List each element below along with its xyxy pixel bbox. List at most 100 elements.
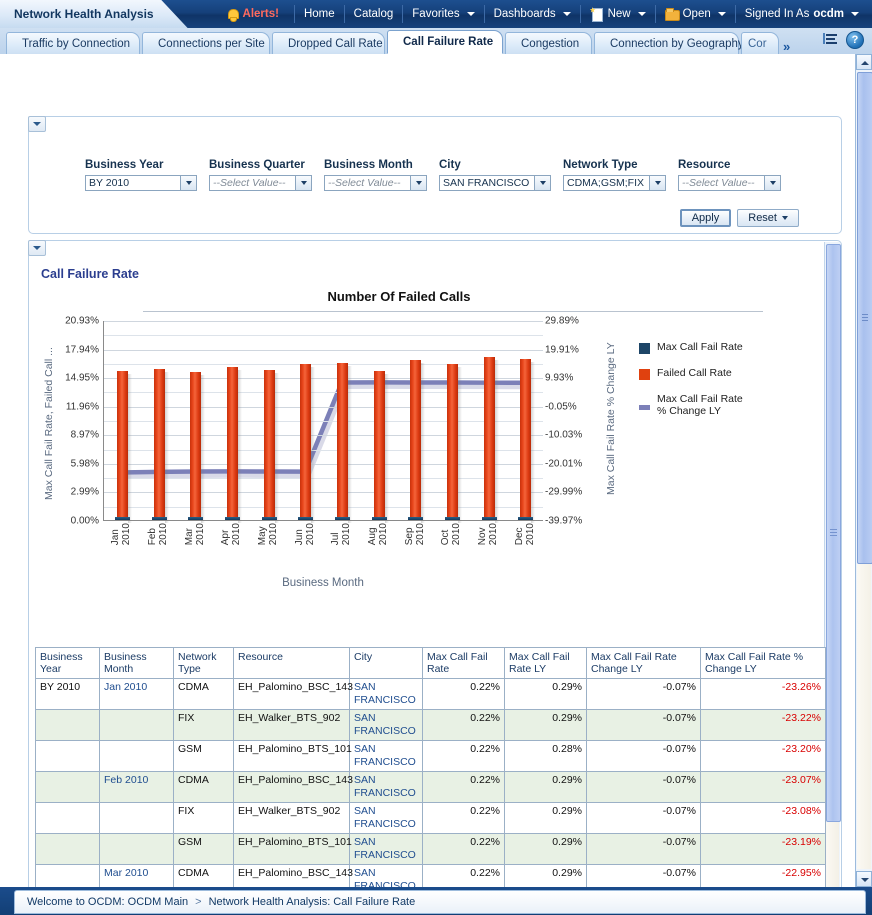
chevron-down-icon[interactable]: [180, 176, 196, 190]
cell-city[interactable]: SAN FRANCISCO: [350, 710, 423, 741]
chart-marker-bar[interactable]: [225, 517, 240, 520]
cell-city[interactable]: SAN FRANCISCO: [350, 772, 423, 803]
nav-favorites[interactable]: Favorites: [403, 5, 484, 23]
resource-select[interactable]: --Select Value--: [678, 175, 781, 191]
col-max-call-fail-rate-pct-change-ly[interactable]: Max Call Fail Rate % Change LY: [701, 648, 826, 679]
cell-city[interactable]: SAN FRANCISCO: [350, 834, 423, 865]
chart-bar[interactable]: [227, 367, 238, 520]
tab-dropped-call-rate[interactable]: Dropped Call Rate: [272, 32, 385, 54]
chart-bar[interactable]: [484, 357, 495, 520]
table-row[interactable]: FIXEH_Walker_BTS_902SAN FRANCISCO0.22%0.…: [36, 803, 826, 834]
tab-connection-by-geography[interactable]: Connection by Geography: [594, 32, 739, 54]
tab-congestion[interactable]: Congestion: [505, 32, 592, 54]
col-max-call-fail-rate-ly[interactable]: Max Call Fail Rate LY: [505, 648, 587, 679]
breadcrumb-home[interactable]: Welcome to OCDM: OCDM Main: [27, 896, 188, 908]
scroll-up-button[interactable]: [856, 54, 872, 70]
chevron-down-icon[interactable]: [295, 176, 311, 190]
chevron-down-icon[interactable]: [764, 176, 780, 190]
chart-bar[interactable]: [374, 371, 385, 520]
x-tick-label: Nov 2010: [477, 523, 489, 545]
tab-call-failure-rate[interactable]: Call Failure Rate: [387, 30, 503, 54]
tab-traffic-by-connection[interactable]: Traffic by Connection: [6, 32, 140, 54]
table-row[interactable]: BY 2010Jan 2010CDMAEH_Palomino_BSC_143SA…: [36, 679, 826, 710]
col-max-call-fail-rate[interactable]: Max Call Fail Rate: [423, 648, 505, 679]
business-month-select[interactable]: --Select Value--: [324, 175, 427, 191]
tab-connections-per-site[interactable]: Connections per Site: [142, 32, 270, 54]
signed-in-as[interactable]: Signed In As ocdm: [736, 5, 868, 23]
table-row[interactable]: GSMEH_Palomino_BTS_101SAN FRANCISCO0.22%…: [36, 834, 826, 865]
reset-button[interactable]: Reset: [737, 209, 799, 227]
cell-business-month[interactable]: [100, 710, 174, 741]
nav-new[interactable]: New: [581, 5, 656, 23]
table-row[interactable]: GSMEH_Palomino_BTS_101SAN FRANCISCO0.22%…: [36, 741, 826, 772]
cell-city[interactable]: SAN FRANCISCO: [350, 865, 423, 888]
nav-dashboards[interactable]: Dashboards: [485, 5, 581, 23]
table-row[interactable]: FIXEH_Walker_BTS_902SAN FRANCISCO0.22%0.…: [36, 710, 826, 741]
chart-marker-bar[interactable]: [518, 517, 533, 520]
y-tick-right: 29.89%: [545, 316, 579, 327]
select-value: --Select Value--: [213, 177, 286, 189]
scroll-down-button[interactable]: [856, 871, 872, 887]
col-max-call-fail-rate-change-ly[interactable]: Max Call Fail Rate Change LY: [587, 648, 701, 679]
col-city[interactable]: City: [350, 648, 423, 679]
chart-marker-bar[interactable]: [152, 517, 167, 520]
chart-marker-bar[interactable]: [115, 517, 130, 520]
cell-business-month[interactable]: Mar 2010: [100, 865, 174, 888]
cell-business-month[interactable]: Jan 2010: [100, 679, 174, 710]
chart-marker-bar[interactable]: [372, 517, 387, 520]
cell-business-month[interactable]: [100, 741, 174, 772]
help-icon[interactable]: ?: [846, 31, 864, 49]
alerts-button[interactable]: Alerts!: [218, 5, 295, 23]
col-business-year[interactable]: Business Year: [36, 648, 100, 679]
chart-marker-bar[interactable]: [445, 517, 460, 520]
chart-bar[interactable]: [117, 371, 128, 520]
business-year-select[interactable]: BY 2010: [85, 175, 197, 191]
cell-city[interactable]: SAN FRANCISCO: [350, 679, 423, 710]
table-row[interactable]: Mar 2010CDMAEH_Palomino_BSC_143SAN FRANC…: [36, 865, 826, 888]
report-scrollbar[interactable]: [824, 242, 840, 887]
nav-home[interactable]: Home: [295, 5, 345, 23]
chevron-down-icon[interactable]: [410, 176, 426, 190]
page-scrollbar[interactable]: [855, 54, 872, 887]
chevron-down-icon[interactable]: [534, 176, 550, 190]
report-panel-collapse-button[interactable]: [28, 240, 46, 256]
cell-city[interactable]: SAN FRANCISCO: [350, 741, 423, 772]
chart-marker-bar[interactable]: [262, 517, 277, 520]
cell-business-month[interactable]: [100, 803, 174, 834]
cell-city[interactable]: SAN FRANCISCO: [350, 803, 423, 834]
chevron-down-icon[interactable]: [649, 176, 665, 190]
chart-bar[interactable]: [264, 370, 275, 520]
report-scrollbar-track[interactable]: [826, 822, 839, 887]
cell-business-month[interactable]: [100, 834, 174, 865]
col-business-month[interactable]: Business Month: [100, 648, 174, 679]
page-options-icon[interactable]: [823, 33, 838, 47]
chart-marker-bar[interactable]: [188, 517, 203, 520]
cell-business-month[interactable]: Feb 2010: [100, 772, 174, 803]
page-scrollbar-track[interactable]: [857, 564, 871, 869]
filter-panel-collapse-button[interactable]: [28, 116, 46, 132]
report-scrollbar-thumb[interactable]: [826, 244, 841, 822]
tab-cor-truncated[interactable]: Cor: [741, 32, 779, 54]
nav-catalog[interactable]: Catalog: [345, 5, 404, 23]
tab-overflow-button[interactable]: »: [783, 39, 790, 54]
col-network-type[interactable]: Network Type: [174, 648, 234, 679]
city-select[interactable]: SAN FRANCISCO: [439, 175, 551, 191]
chart-marker-bar[interactable]: [408, 517, 423, 520]
page-scrollbar-thumb[interactable]: [857, 72, 872, 564]
chart-bar[interactable]: [447, 364, 458, 520]
col-resource[interactable]: Resource: [234, 648, 350, 679]
chart-bar[interactable]: [410, 360, 421, 520]
apply-button[interactable]: Apply: [680, 209, 732, 227]
chart-bar[interactable]: [300, 364, 311, 520]
table-row[interactable]: Feb 2010CDMAEH_Palomino_BSC_143SAN FRANC…: [36, 772, 826, 803]
chart-bar[interactable]: [520, 359, 531, 520]
chart-marker-bar[interactable]: [482, 517, 497, 520]
chart-bar[interactable]: [337, 363, 348, 520]
chart-bar[interactable]: [154, 369, 165, 520]
chart-marker-bar[interactable]: [298, 517, 313, 520]
business-quarter-select[interactable]: --Select Value--: [209, 175, 312, 191]
nav-open[interactable]: Open: [656, 5, 736, 23]
network-type-select[interactable]: CDMA;GSM;FIX: [563, 175, 666, 191]
chart-marker-bar[interactable]: [335, 517, 350, 520]
chart-bar[interactable]: [190, 372, 201, 520]
